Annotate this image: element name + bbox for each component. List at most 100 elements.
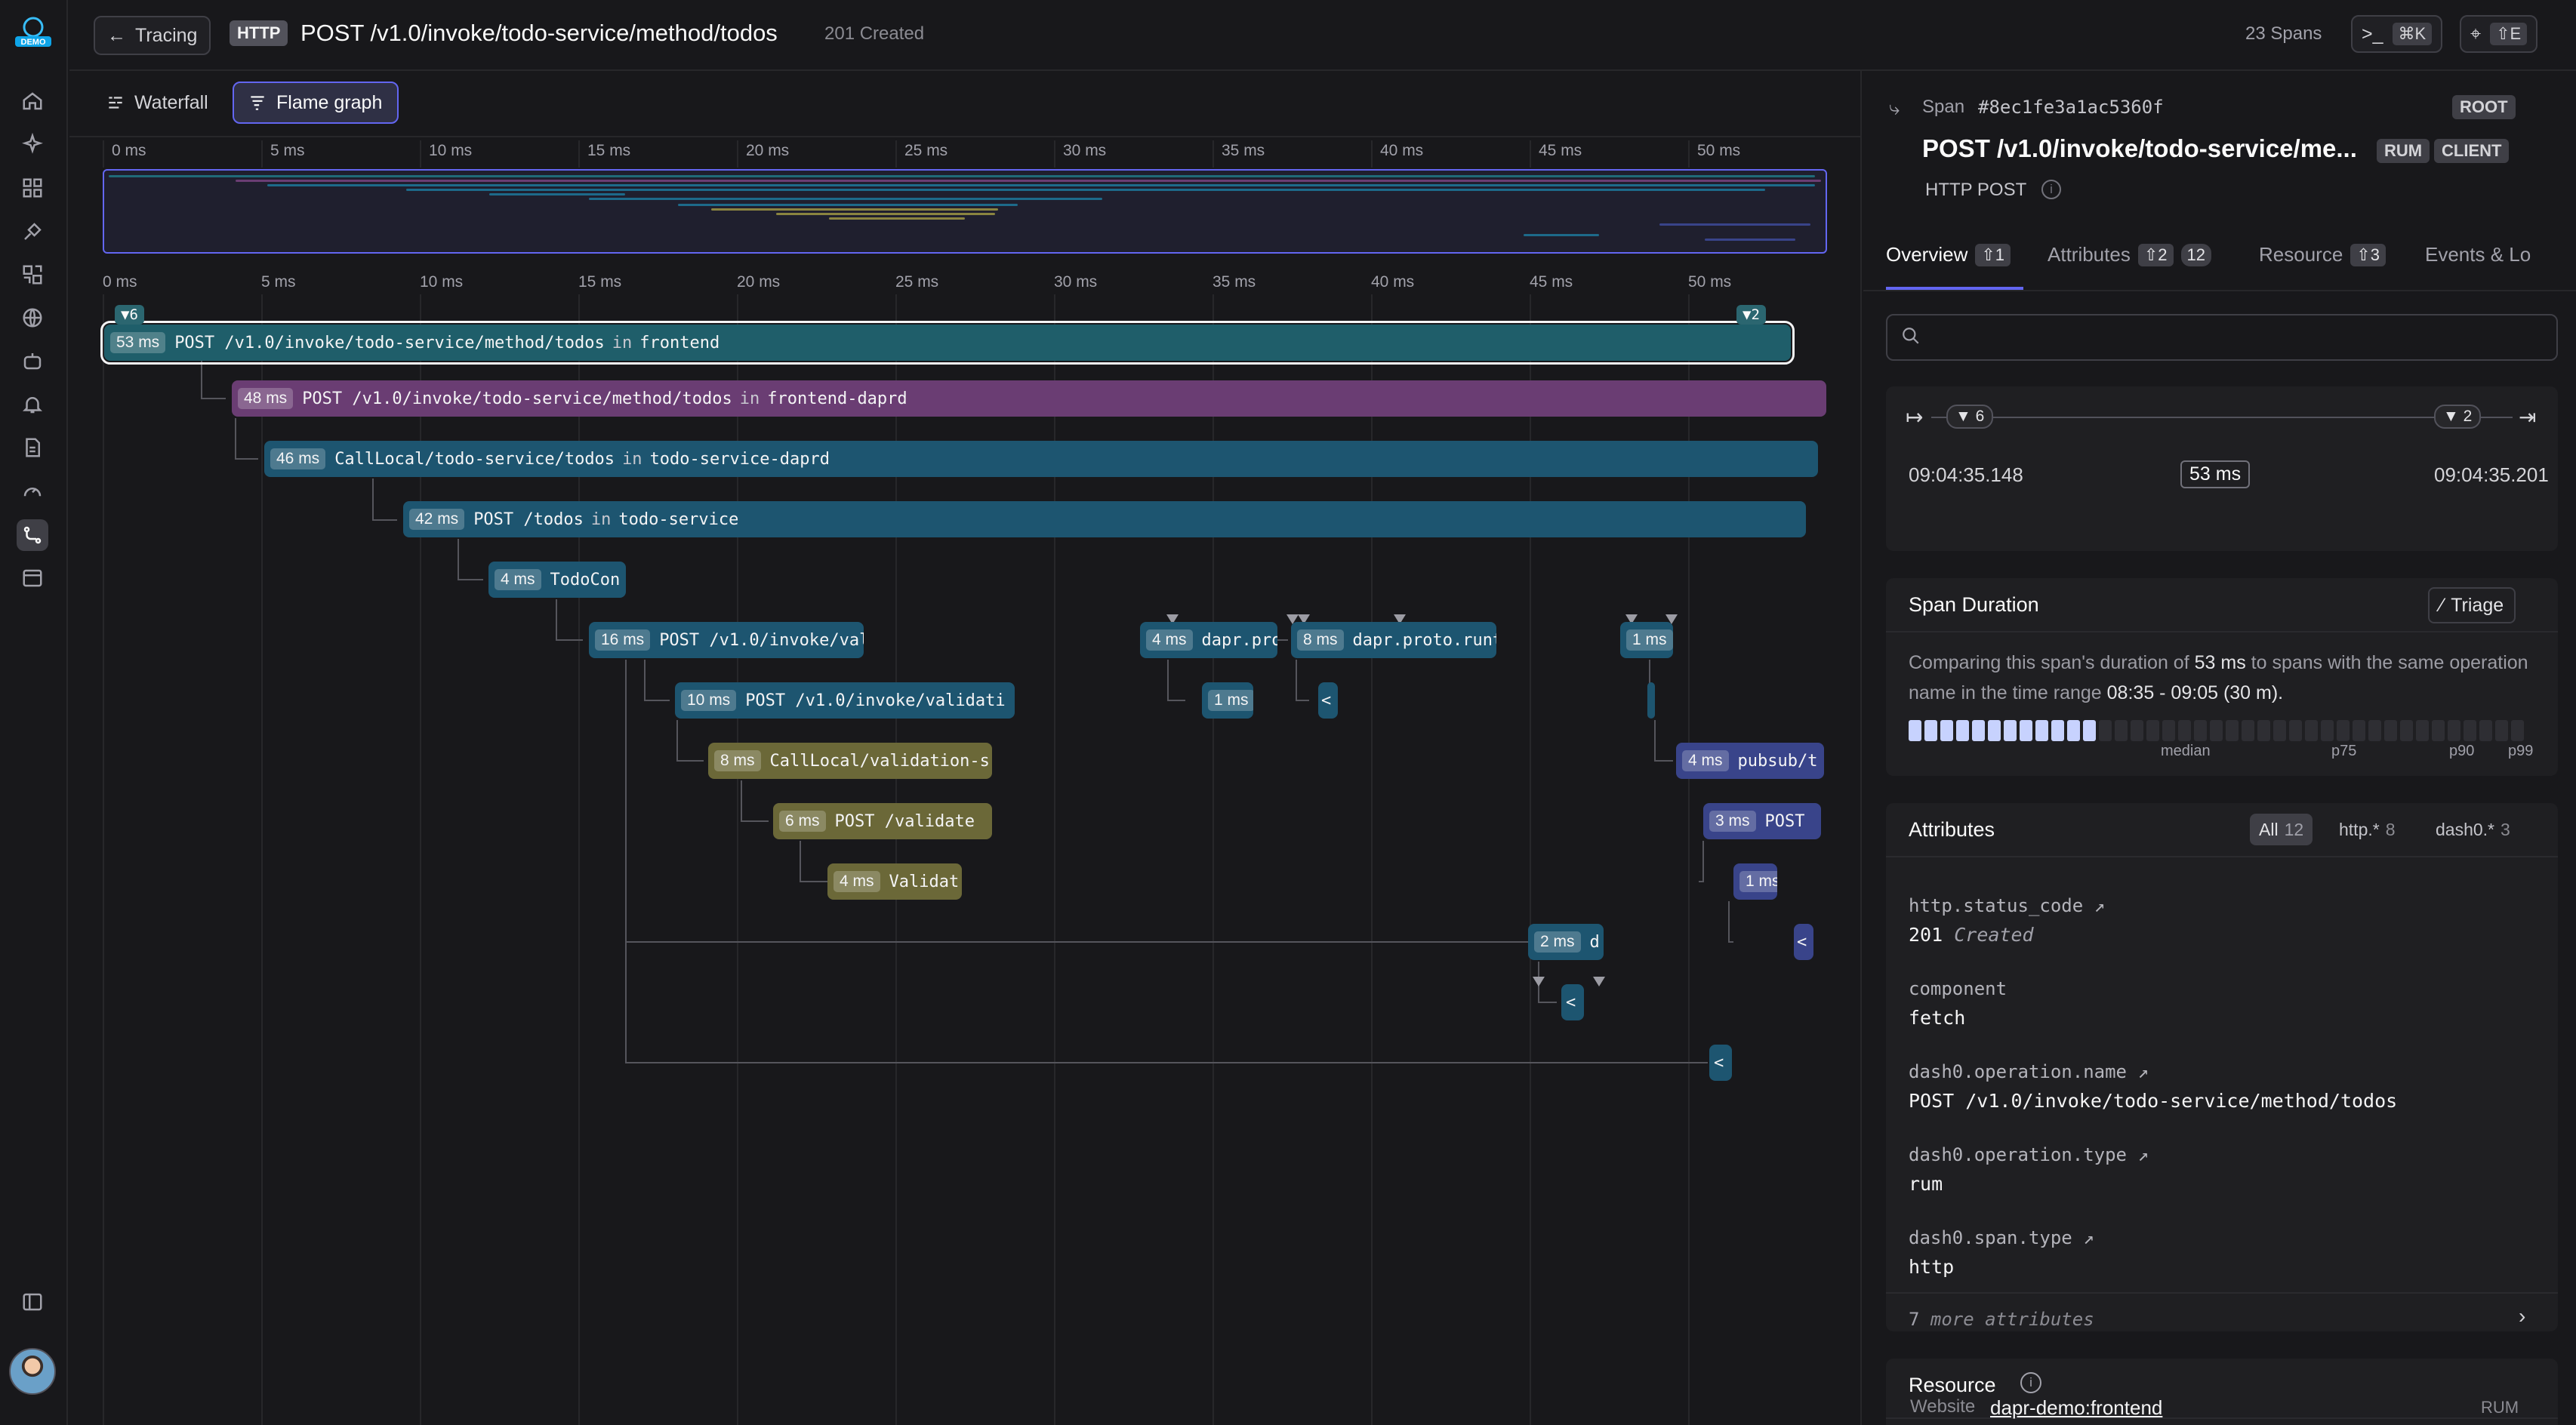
- logs-icon[interactable]: [17, 432, 48, 463]
- divider: [1886, 856, 2558, 857]
- span-bar[interactable]: <: [1794, 924, 1813, 960]
- histogram-bucket: [1924, 720, 1937, 741]
- span-bar[interactable]: 4 ms Validat: [827, 863, 962, 900]
- span-bar[interactable]: 4 ms dapr.pro: [1140, 622, 1277, 658]
- span-bar[interactable]: 8 ms CallLocal/validation-s: [708, 743, 992, 779]
- event-marker: [1593, 977, 1605, 986]
- span-bar[interactable]: 8 ms dapr.proto.runtime.: [1291, 622, 1496, 658]
- span-bar[interactable]: <: [1561, 984, 1584, 1020]
- histogram-bucket: [2020, 720, 2032, 741]
- span-bar[interactable]: 1 ms: [1620, 622, 1673, 658]
- sidebar-toggle-icon[interactable]: [17, 1286, 48, 1318]
- bell-icon[interactable]: [17, 389, 48, 420]
- span-bar[interactable]: 10 ms POST /v1.0/invoke/validati: [675, 682, 1015, 719]
- jump-end-icon[interactable]: ⇥: [2519, 405, 2536, 429]
- browser-icon[interactable]: [17, 562, 48, 594]
- card-title: Resource: [1909, 1374, 1996, 1396]
- tab-attributes[interactable]: Attributes ⇧2 12: [2048, 243, 2211, 266]
- start-time: 09:04:35.148: [1909, 463, 2023, 486]
- explore-button[interactable]: ⌖ ⇧E: [2460, 15, 2538, 53]
- info-icon[interactable]: i: [2020, 1372, 2041, 1393]
- histogram-bucket: [2337, 720, 2350, 741]
- histogram-bucket: [2162, 720, 2175, 741]
- chevron-right-icon[interactable]: ›: [2519, 1304, 2525, 1328]
- tab-resource[interactable]: Resource ⇧3: [2259, 243, 2386, 266]
- span-bar[interactable]: 2 ms d: [1528, 924, 1604, 960]
- attr-key[interactable]: dash0.operation.type ↗: [1909, 1144, 2149, 1165]
- more-attributes-link[interactable]: 7 more attributes: [1909, 1309, 2094, 1330]
- jump-start-icon[interactable]: ↦: [1906, 405, 1923, 429]
- trace-view: Waterfall Flame graph 0 ms 5 ms 10 ms 15 ms…: [69, 71, 1862, 1425]
- span-details-panel: ⤷ Span #8ec1fe3a1ac5360f ROOT POST /v1.0…: [1863, 71, 2576, 1425]
- span-bar[interactable]: 3 ms POST: [1703, 803, 1821, 839]
- span-bar[interactable]: 4 ms pubsub/t: [1676, 743, 1824, 779]
- globe-icon[interactable]: [17, 302, 48, 334]
- span-bar[interactable]: [1647, 682, 1655, 719]
- end-time: 09:04:35.201: [2434, 463, 2549, 486]
- tab-overview[interactable]: Overview ⇧1: [1886, 243, 2011, 266]
- integrations-icon[interactable]: [17, 216, 48, 248]
- histogram-bucket: [2321, 720, 2334, 741]
- website-value[interactable]: dapr-demo:frontend: [1990, 1396, 2162, 1420]
- span-bar[interactable]: 46 ms CallLocal/todo-service/todos in to…: [264, 441, 1818, 477]
- gauge-icon[interactable]: [17, 476, 48, 507]
- histogram-bucket: [1940, 720, 1953, 741]
- span-tree-icon: ⤷: [1889, 97, 1900, 119]
- histogram-bucket: [2067, 720, 2080, 741]
- attr-key[interactable]: component: [1909, 978, 2007, 999]
- attr-value[interactable]: http: [1909, 1256, 1954, 1278]
- filter-http[interactable]: http.* 8: [2330, 814, 2405, 845]
- dashboards-icon[interactable]: [17, 172, 48, 204]
- left-rail: DEMO: [0, 0, 68, 1425]
- span-bar[interactable]: 6 ms POST /validate: [773, 803, 992, 839]
- command-button[interactable]: >_ ⌘K: [2351, 15, 2443, 53]
- span-id[interactable]: #8ec1fe3a1ac5360f: [1978, 97, 2164, 118]
- tracing-icon[interactable]: [17, 519, 48, 551]
- attr-key[interactable]: dash0.operation.name ↗: [1909, 1061, 2149, 1082]
- p99-label: p99: [2508, 743, 2534, 759]
- rum-label: RUM: [2481, 1398, 2519, 1417]
- triage-button[interactable]: ⁄ Triage: [2428, 587, 2516, 623]
- span-bar[interactable]: 48 ms POST /v1.0/invoke/todo-service/met…: [232, 380, 1826, 417]
- histogram-bucket: [2178, 720, 2191, 741]
- attr-key[interactable]: http.status_code ↗: [1909, 895, 2105, 916]
- span-bar[interactable]: 42 ms POST /todos in todo-service: [403, 501, 1806, 537]
- search-input[interactable]: [1886, 314, 2558, 361]
- info-icon[interactable]: i: [2041, 180, 2061, 199]
- attr-value[interactable]: 201 Created: [1909, 924, 2034, 946]
- duration-chip: 53 ms: [2180, 460, 2251, 488]
- right-span-count[interactable]: ▼ 2: [2434, 405, 2482, 429]
- attr-value[interactable]: POST /v1.0/invoke/todo-service/method/to…: [1909, 1090, 2397, 1112]
- arrow-left-icon: ←: [107, 24, 126, 46]
- home-icon[interactable]: [17, 85, 48, 117]
- collapsed-left-badge[interactable]: ▼6: [115, 305, 144, 325]
- span-bar[interactable]: <: [1318, 682, 1338, 719]
- sparkle-icon[interactable]: [17, 128, 48, 160]
- attr-value[interactable]: rum: [1909, 1173, 1943, 1195]
- span-count: 23 Spans: [2245, 23, 2322, 44]
- attr-value[interactable]: fetch: [1909, 1007, 1965, 1029]
- span-bar[interactable]: <: [1709, 1045, 1732, 1081]
- card-title: Span Duration: [1909, 593, 2039, 616]
- services-icon[interactable]: [17, 259, 48, 291]
- attr-key[interactable]: dash0.span.type ↗: [1909, 1227, 2094, 1248]
- median-label: median: [2161, 743, 2211, 759]
- span-bar[interactable]: 1 ms: [1202, 682, 1253, 719]
- telescope-icon: ⌖: [2470, 23, 2482, 45]
- filter-dash0[interactable]: dash0.* 3: [2427, 814, 2519, 845]
- histogram-bucket: [2416, 720, 2429, 741]
- dash0-logo[interactable]: DEMO: [12, 15, 54, 48]
- span-bar[interactable]: 1 ms: [1733, 863, 1777, 900]
- tab-events-logs[interactable]: Events & Lo: [2425, 243, 2531, 266]
- left-span-count[interactable]: ▼ 6: [1946, 405, 1994, 429]
- collapsed-right-badge[interactable]: ▼2: [1736, 305, 1766, 325]
- avatar[interactable]: [9, 1348, 56, 1395]
- histogram-bucket: [2210, 720, 2223, 741]
- back-to-tracing-button[interactable]: ← Tracing: [94, 16, 211, 55]
- span-bar[interactable]: 16 ms POST /v1.0/invoke/validation-servi…: [589, 622, 864, 658]
- histogram-bucket: [2353, 720, 2365, 741]
- robot-icon[interactable]: [17, 345, 48, 377]
- span-bar-root[interactable]: 53 ms POST /v1.0/invoke/todo-service/met…: [100, 321, 1795, 365]
- span-bar[interactable]: 4 ms TodoCon: [488, 562, 626, 598]
- filter-all[interactable]: All 12: [2250, 814, 2313, 845]
